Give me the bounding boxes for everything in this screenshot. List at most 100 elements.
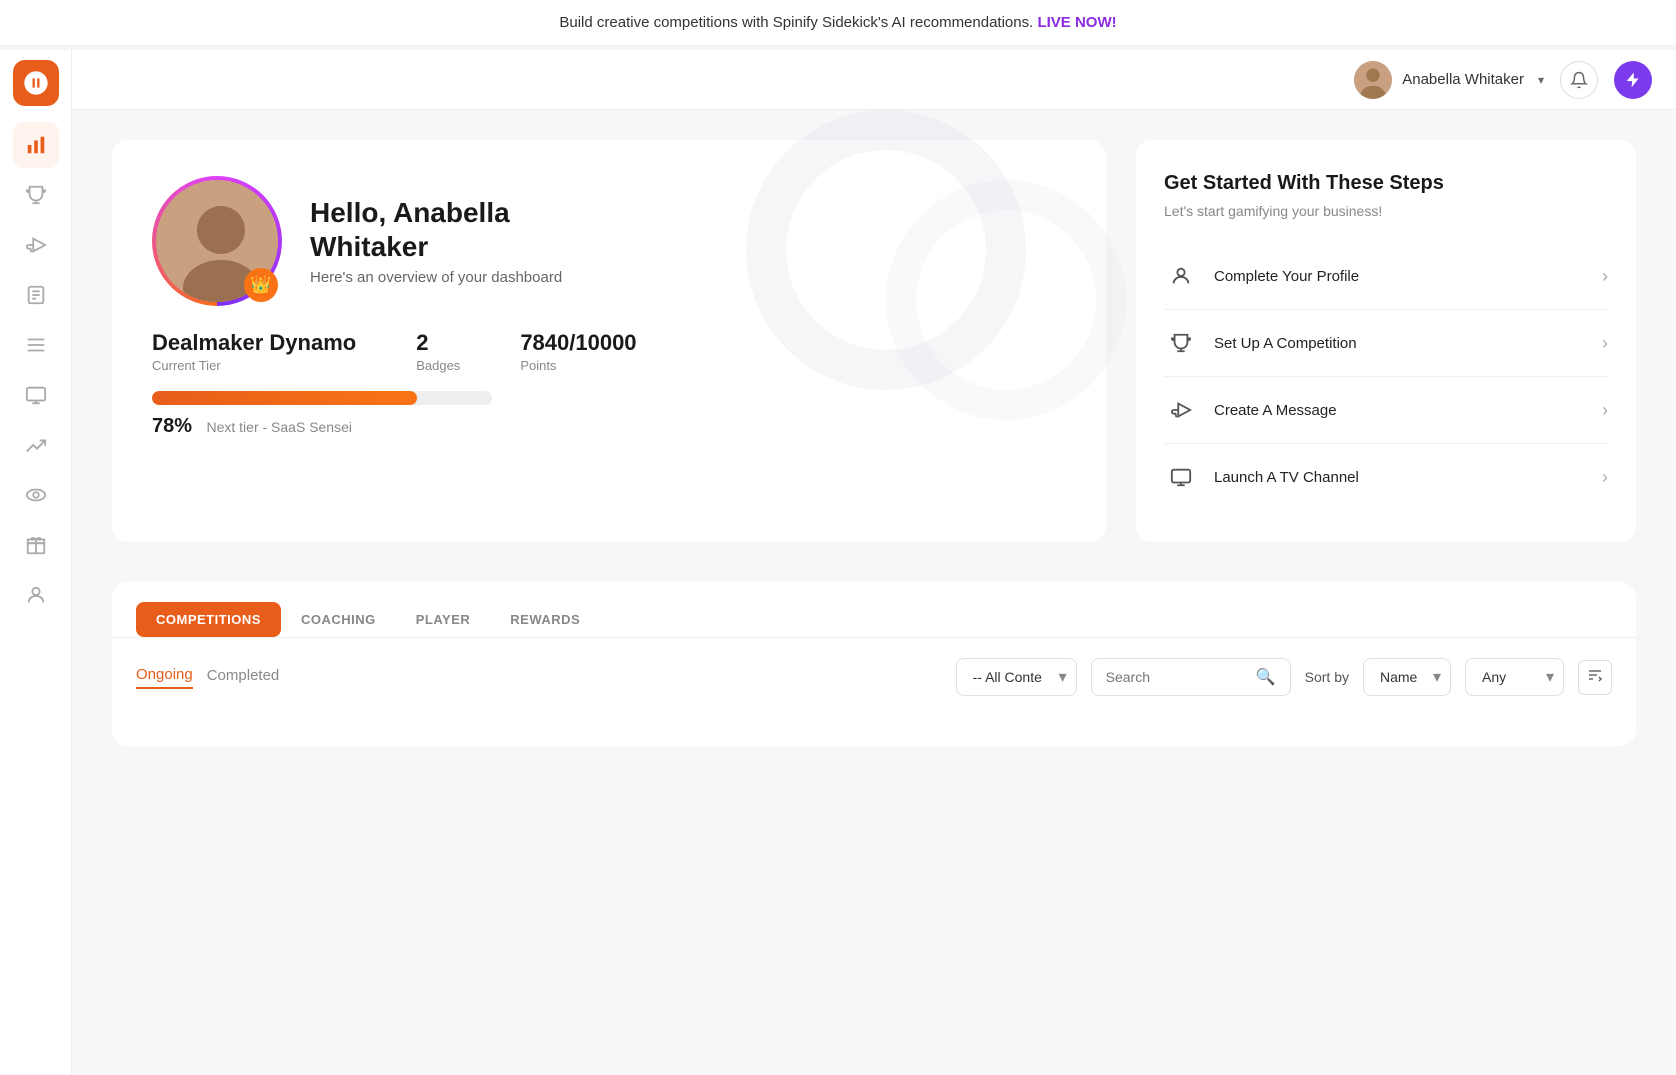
badges-label: Badges [416,358,460,373]
progress-bar-fill [152,391,417,405]
progress-info: 78% Next tier - SaaS Sensei [152,415,1066,438]
points-stat: 7840/10000 Points [520,330,636,373]
step-launch-tv[interactable]: Launch A TV Channel › [1164,444,1608,510]
tier-stat: Dealmaker Dynamo Current Tier [152,330,356,373]
search-input[interactable] [1106,669,1248,685]
step-create-message[interactable]: Create A Message › [1164,377,1608,444]
profile-stats: Dealmaker Dynamo Current Tier 2 Badges 7… [152,330,1066,373]
sidebar-item-rewards[interactable] [13,522,59,568]
tab-coaching[interactable]: COACHING [281,602,396,637]
tab-rewards[interactable]: REWARDS [490,602,600,637]
bell-icon [1570,71,1588,89]
eye-icon [25,484,47,506]
user-step-icon [1164,259,1198,293]
monitor-step-icon [1164,460,1198,494]
sub-tab-ongoing[interactable]: Ongoing [136,666,193,689]
avatar [1354,61,1392,99]
monitor-icon [25,384,47,406]
step-chevron-icon-3: › [1602,400,1608,421]
content-filter-wrapper: -- All Conte Active Inactive [956,658,1077,696]
filter-bar: Ongoing Completed -- All Conte Active In… [112,638,1636,716]
app-logo[interactable] [13,60,59,106]
upper-section: 👑 Hello, Anabella Whitaker Here's an ove… [112,140,1636,542]
step-chevron-icon-2: › [1602,333,1608,354]
step-setup-competition[interactable]: Set Up A Competition › [1164,310,1608,377]
sub-tab-completed[interactable]: Completed [207,667,280,688]
main-tab-bar: COMPETITIONS COACHING PLAYER REWARDS [112,582,1636,638]
tier-value: Dealmaker Dynamo [152,330,356,356]
profile-info: Hello, Anabella Whitaker Here's an overv… [310,196,562,286]
profile-card: 👑 Hello, Anabella Whitaker Here's an ove… [112,140,1106,542]
user-name-label: Anabella Whitaker [1402,71,1524,88]
step-complete-profile[interactable]: Complete Your Profile › [1164,243,1608,310]
gift-icon [25,534,47,556]
main-content: 👑 Hello, Anabella Whitaker Here's an ove… [72,110,1676,1075]
any-select[interactable]: Any Active Inactive [1465,658,1564,696]
step-chevron-icon-4: › [1602,467,1608,488]
tab-player[interactable]: PLAYER [396,602,491,637]
crown-badge: 👑 [244,268,278,302]
header: Anabella Whitaker ▾ [72,50,1676,110]
any-select-wrapper: Any Active Inactive [1465,658,1564,696]
notification-bell-button[interactable] [1560,61,1598,99]
chart-bar-icon [25,134,47,156]
tab-competitions[interactable]: COMPETITIONS [136,602,281,637]
badges-value: 2 [416,330,460,356]
step-complete-profile-label: Complete Your Profile [1214,268,1602,285]
tier-label: Current Tier [152,358,356,373]
next-tier-label: Next tier - SaaS Sensei [206,419,352,435]
profile-top: 👑 Hello, Anabella Whitaker Here's an ove… [152,176,1066,306]
user-chevron-icon: ▾ [1538,73,1544,87]
bolt-icon [1624,71,1642,89]
sidebar-item-reports[interactable] [13,272,59,318]
megaphone-step-icon [1164,393,1198,427]
sidebar-item-tv[interactable] [13,372,59,418]
trend-icon [25,434,47,456]
power-button[interactable] [1614,61,1652,99]
trophy-icon [25,184,47,206]
user-icon [25,584,47,606]
spinify-logo-icon [22,69,50,97]
get-started-card: Get Started With These Steps Let's start… [1136,140,1636,542]
report-icon [25,284,47,306]
step-create-message-label: Create A Message [1214,402,1602,419]
avatar-image [1354,61,1392,99]
search-box[interactable]: 🔍 [1091,658,1291,696]
profile-avatar-wrapper: 👑 [152,176,282,306]
sidebar-item-messages[interactable] [13,222,59,268]
step-chevron-icon: › [1602,266,1608,287]
greeting-text: Hello, Anabella Whitaker [310,196,562,263]
sort-label: Sort by [1305,669,1349,685]
banner-text: Build creative competitions with Spinify… [559,14,1033,31]
live-now-link[interactable]: LIVE NOW! [1037,14,1116,31]
points-value: 7840/10000 [520,330,636,356]
sidebar-item-competitions[interactable] [13,172,59,218]
top-banner: Build creative competitions with Spinify… [0,0,1676,46]
sidebar-item-users[interactable] [13,572,59,618]
sort-select-wrapper: Name Date Score [1363,658,1451,696]
badges-stat: 2 Badges [416,330,460,373]
step-launch-tv-label: Launch A TV Channel [1214,469,1602,486]
dashboard-subtitle: Here's an overview of your dashboard [310,269,562,286]
progress-bar-track [152,391,492,405]
user-menu[interactable]: Anabella Whitaker ▾ [1354,61,1544,99]
bottom-section: COMPETITIONS COACHING PLAYER REWARDS Ong… [112,582,1636,746]
sidebar [0,50,72,1075]
sort-order-icon [1587,667,1603,683]
sort-select[interactable]: Name Date Score [1363,658,1451,696]
trophy-step-icon [1164,326,1198,360]
megaphone-icon [25,234,47,256]
sort-order-button[interactable] [1578,660,1612,695]
list-icon [25,334,47,356]
sidebar-item-watch[interactable] [13,472,59,518]
sidebar-item-list[interactable] [13,322,59,368]
sidebar-item-dashboard[interactable] [13,122,59,168]
step-setup-competition-label: Set Up A Competition [1214,335,1602,352]
progress-percent: 78% [152,415,192,438]
content-filter-select[interactable]: -- All Conte Active Inactive [956,658,1077,696]
get-started-subtitle: Let's start gamifying your business! [1164,203,1608,219]
points-label: Points [520,358,636,373]
search-icon: 🔍 [1256,667,1276,687]
get-started-title: Get Started With These Steps [1164,172,1608,195]
sidebar-item-trends[interactable] [13,422,59,468]
